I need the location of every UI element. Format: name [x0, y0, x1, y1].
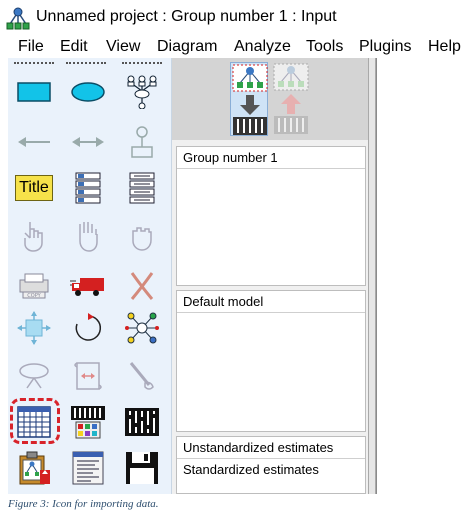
menu-analyze[interactable]: Analyze	[234, 37, 291, 57]
rectangle-icon	[17, 82, 51, 102]
menu-plugins[interactable]: Plugins	[359, 37, 411, 57]
groups-panel: Group number 1	[176, 146, 366, 286]
erase-x-icon	[130, 272, 154, 300]
abacus-icon	[125, 408, 159, 436]
title-tool-label: Title	[19, 179, 49, 196]
standardized-estimates-option[interactable]: Standardized estimates	[177, 459, 365, 481]
unstandardized-estimates-option[interactable]: Unstandardized estimates	[177, 437, 365, 459]
duplicate-tool[interactable]: COPY	[12, 264, 56, 308]
toolbar-grip	[14, 62, 54, 64]
floppy-disk-icon	[126, 452, 158, 484]
list-variables-dataset-tool[interactable]	[120, 166, 164, 210]
unobserved-variable-tool[interactable]	[66, 70, 110, 114]
move-parameter-tool[interactable]	[12, 354, 56, 398]
model-item[interactable]: Default model	[177, 291, 365, 313]
menu-view[interactable]: View	[106, 37, 140, 57]
text-output-icon	[72, 451, 104, 485]
menu-tools[interactable]: Tools	[306, 37, 343, 57]
open-hand-icon	[79, 222, 98, 252]
list-variables-model-tool[interactable]	[66, 166, 110, 210]
list-dataset-icon	[129, 172, 155, 204]
group-item[interactable]: Group number 1	[177, 147, 365, 169]
resize-arrows-icon	[17, 311, 51, 345]
model-navigator: Group number 1 Default model Unstandardi…	[172, 58, 368, 494]
menu-file[interactable]: File	[18, 37, 44, 57]
panel-splitter[interactable]	[368, 58, 376, 494]
moving-truck-icon	[70, 278, 104, 296]
window-title: Unnamed project : Group number 1 : Input	[36, 8, 337, 25]
title-icon: Title	[15, 175, 53, 201]
toolbar-grip	[66, 62, 106, 64]
erase-tool[interactable]	[120, 264, 164, 308]
save-diagram-tool[interactable]	[120, 446, 164, 490]
menu-help[interactable]: Help	[428, 37, 461, 57]
menu-diagram[interactable]: Diagram	[157, 37, 217, 57]
move-tool[interactable]	[66, 264, 110, 308]
scroll-tool[interactable]	[66, 354, 110, 398]
list-model-icon	[75, 172, 101, 204]
fist-hand-icon	[132, 227, 152, 251]
figure-caption: Figure 3: Icon for importing data.	[8, 498, 159, 510]
deselect-all-tool[interactable]	[120, 214, 164, 258]
select-all-tool[interactable]	[66, 214, 110, 258]
figure-caption-tool[interactable]: Title	[12, 166, 56, 210]
path-tool[interactable]	[12, 120, 56, 164]
unique-variable-icon	[131, 126, 153, 158]
select-one-tool[interactable]	[12, 214, 56, 258]
models-panel: Default model	[176, 290, 366, 432]
input-view-button[interactable]	[230, 62, 268, 136]
network-tree-icon	[6, 7, 30, 31]
analysis-properties-icon	[71, 406, 105, 439]
title-bar: Unnamed project : Group number 1 : Input	[0, 0, 474, 36]
view-text-tool[interactable]	[66, 446, 110, 490]
change-shape-tool[interactable]	[12, 306, 56, 350]
svg-text:COPY: COPY	[27, 293, 41, 299]
left-arrow-icon	[18, 137, 50, 147]
reflect-indicators-icon	[125, 312, 159, 344]
output-path-diagram-icon	[273, 63, 309, 134]
select-data-files-tool[interactable]	[10, 398, 60, 444]
toolbar-grip	[122, 62, 162, 64]
input-path-diagram-icon	[232, 64, 268, 135]
toolbox: Title COPY	[8, 58, 172, 494]
scroll-icon	[74, 362, 102, 390]
latent-indicator-tool[interactable]	[120, 70, 164, 114]
estimates-panel: Unstandardized estimates Standardized es…	[176, 436, 366, 494]
copy-machine-icon: COPY	[19, 273, 49, 299]
menu-edit[interactable]: Edit	[60, 37, 88, 57]
highlight-ring	[10, 398, 60, 444]
ellipse-icon	[71, 82, 105, 102]
analysis-properties-tool[interactable]	[66, 400, 110, 444]
calculate-estimates-tool[interactable]	[120, 400, 164, 444]
magic-wand-icon	[129, 362, 154, 390]
move-parameter-icon	[19, 363, 49, 389]
observed-variable-tool[interactable]	[12, 70, 56, 114]
menu-bar: File Edit View Diagram Analyze Tools Plu…	[0, 36, 474, 58]
latent-indicator-icon	[127, 75, 157, 109]
rotate-arrow-icon	[75, 313, 102, 341]
path-diagram-canvas[interactable]	[376, 58, 468, 494]
copy-to-clipboard-tool[interactable]	[12, 446, 56, 490]
reflect-indicators-tool[interactable]	[120, 306, 164, 350]
rotate-indicators-tool[interactable]	[66, 306, 110, 350]
pointing-hand-icon	[24, 222, 43, 252]
covariance-tool[interactable]	[66, 120, 110, 164]
clipboard-icon	[19, 451, 50, 485]
unique-variable-tool[interactable]	[120, 120, 164, 164]
double-arrow-icon	[72, 137, 104, 147]
output-view-button[interactable]	[272, 62, 310, 136]
touch-up-tool[interactable]	[120, 354, 164, 398]
view-toggle-bar	[172, 58, 368, 140]
